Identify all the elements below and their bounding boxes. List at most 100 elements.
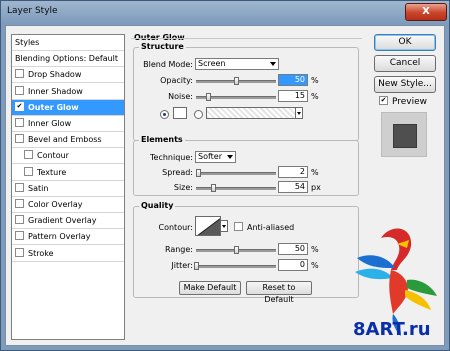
cancel-button[interactable]: Cancel [374, 55, 436, 72]
jitter-input[interactable]: 0 [278, 259, 308, 271]
sidebar-item-bevel-and-emboss[interactable]: Bevel and Emboss [12, 132, 124, 149]
preview-checkbox[interactable]: ✔ [379, 96, 388, 105]
technique-value: Softer [198, 152, 222, 161]
size-input[interactable]: 54 [278, 181, 308, 193]
noise-unit: % [311, 92, 319, 101]
new-style-button[interactable]: New Style... [374, 76, 436, 93]
anti-aliased-checkbox[interactable] [234, 222, 243, 231]
sidebar-item-checkbox[interactable] [15, 69, 24, 79]
blend-mode-select[interactable]: Screen [195, 58, 279, 70]
make-default-button[interactable]: Make Default [179, 281, 241, 295]
window-title: Layer Style [7, 6, 58, 16]
opacity-unit: % [311, 76, 319, 85]
close-button[interactable]: X [405, 3, 447, 21]
sidebar-item-checkbox[interactable] [15, 215, 24, 225]
jitter-slider-thumb[interactable] [194, 262, 199, 270]
sidebar-item-color-overlay[interactable]: Color Overlay [12, 197, 124, 213]
sidebar-item-label: Satin [28, 183, 49, 193]
style-preview [381, 112, 427, 157]
sidebar-item-checkbox[interactable] [15, 199, 24, 208]
sidebar-item-contour[interactable]: Contour [12, 148, 124, 165]
divider [131, 38, 362, 39]
jitter-label: Jitter: [171, 261, 193, 270]
sidebar-item-label: Gradient Overlay [28, 216, 97, 226]
technique-select[interactable]: Softer [195, 151, 236, 163]
styles-list: Styles Blending Options: Default Drop Shad… [11, 34, 125, 340]
sidebar-item-checkbox[interactable] [15, 231, 24, 241]
layer-style-window: Layer Style X Styles Blending Options: De… [0, 0, 450, 351]
blend-mode-value: Screen [198, 59, 226, 68]
sidebar-item-label: Blending Options: Default [15, 54, 119, 64]
noise-slider-thumb[interactable] [206, 93, 211, 101]
jitter-slider-track[interactable] [196, 265, 276, 268]
size-slider-track[interactable] [196, 187, 276, 190]
sidebar-item-blending-options-default[interactable]: Blending Options: Default [12, 51, 124, 68]
title-bar[interactable]: Layer Style X [1, 1, 449, 23]
sidebar-item-checkbox[interactable] [15, 118, 24, 127]
sidebar-item-checkbox[interactable] [15, 182, 24, 192]
spread-slider-thumb[interactable] [195, 169, 201, 177]
elements-title: Elements [139, 135, 185, 144]
spread-label: Spread: [162, 168, 193, 177]
reset-to-default-button[interactable]: Reset to Default [246, 281, 312, 304]
sidebar-item-checkbox[interactable] [15, 85, 24, 95]
anti-aliased-label: Anti-aliased [247, 223, 295, 232]
sidebar-item-checkbox[interactable] [24, 166, 33, 176]
sidebar-item-label: Pattern Overlay [28, 232, 91, 242]
sidebar-item-checkbox[interactable] [15, 134, 24, 144]
jitter-unit: % [311, 261, 319, 270]
sidebar-item-satin[interactable]: Satin [12, 181, 124, 197]
chevron-down-icon [227, 155, 233, 159]
glow-color-swatch[interactable] [173, 107, 187, 119]
sidebar-item-checkbox[interactable]: ✔ [15, 101, 24, 111]
opacity-input[interactable]: 50 [278, 74, 308, 86]
sidebar-item-label: Texture [37, 167, 67, 177]
sidebar-item-outer-glow[interactable]: ✔ Outer Glow [12, 99, 124, 116]
sidebar-item-label: Drop Shadow [28, 70, 82, 80]
glow-gradient-picker[interactable] [206, 107, 296, 119]
sidebar-item-styles[interactable]: Styles [12, 35, 124, 51]
sidebar-item-pattern-overlay[interactable]: Pattern Overlay [12, 229, 124, 246]
anti-aliased-option[interactable]: Anti-aliased [234, 222, 295, 232]
sidebar-item-label: Stroke [28, 248, 54, 258]
sidebar-item-gradient-overlay[interactable]: Gradient Overlay [12, 213, 124, 230]
sidebar-item-label: Inner Glow [28, 119, 72, 128]
ok-button[interactable]: OK [374, 34, 436, 51]
sidebar-item-label: Contour [37, 151, 69, 161]
sidebar-item-drop-shadow[interactable]: Drop Shadow [12, 67, 124, 84]
sidebar-item-label: Bevel and Emboss [28, 135, 102, 145]
preview-option[interactable]: ✔ Preview [379, 96, 428, 107]
quality-title: Quality [139, 201, 176, 210]
chevron-down-icon [270, 62, 276, 66]
structure-title: Structure [139, 42, 186, 51]
sidebar-item-label: Outer Glow [28, 102, 79, 112]
contour-picker[interactable] [195, 216, 221, 236]
sidebar-item-stroke[interactable]: Stroke [12, 246, 124, 262]
spread-input[interactable]: 2 [278, 166, 308, 178]
sidebar-item-inner-glow[interactable]: Inner Glow [12, 116, 124, 132]
sidebar-item-label: Styles [15, 38, 40, 47]
contour-dropdown-button[interactable] [220, 220, 228, 232]
opacity-slider-thumb[interactable] [234, 77, 239, 85]
spread-unit: % [311, 168, 319, 177]
gradient-dropdown-button[interactable] [295, 107, 303, 119]
sidebar-item-label: Color Overlay [28, 200, 83, 209]
preview-swatch [393, 124, 417, 148]
contour-label: Contour: [158, 223, 194, 232]
blend-mode-label: Blend Mode: [143, 60, 193, 69]
range-input[interactable]: 50 [278, 243, 308, 255]
technique-label: Technique: [150, 153, 193, 162]
sidebar-item-inner-shadow[interactable]: Inner Shadow [12, 84, 124, 100]
solid-color-radio[interactable] [160, 110, 169, 119]
sidebar-item-checkbox[interactable] [15, 247, 24, 257]
preview-label: Preview [392, 97, 428, 107]
spread-slider-track[interactable] [196, 172, 276, 175]
watermark-text: 8ART.ru [353, 319, 431, 340]
noise-input[interactable]: 15 [278, 90, 308, 102]
size-slider-thumb[interactable] [211, 184, 217, 192]
gradient-radio[interactable] [194, 110, 203, 119]
opacity-label: Opacity: [160, 76, 193, 85]
range-slider-thumb[interactable] [234, 246, 239, 254]
sidebar-item-checkbox[interactable] [24, 150, 33, 160]
sidebar-item-texture[interactable]: Texture [12, 165, 124, 181]
